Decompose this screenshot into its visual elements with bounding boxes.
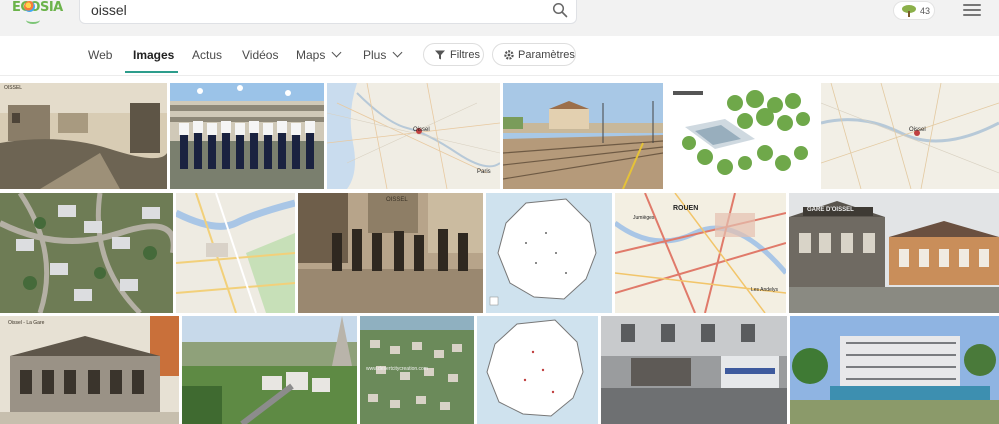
tab-maps-label: Maps [296,48,326,62]
settings-button[interactable]: Paramètres [492,43,576,66]
image-result[interactable]: OISSEL [298,193,483,313]
tab-maps[interactable]: Maps [296,47,342,74]
settings-label: Paramètres [518,49,575,61]
map-label: Oissel [909,127,926,133]
image-result[interactable]: Oissel Paris [327,83,500,189]
image-result[interactable] [0,193,173,313]
image-result[interactable]: OISSEL [0,83,167,189]
filters-button[interactable]: Filtres [423,43,484,66]
image-caption: OISSEL [386,197,408,203]
tree-icon [902,5,916,17]
image-result[interactable] [665,83,818,189]
image-result[interactable] [182,316,357,424]
tab-plus-label: Plus [363,48,387,62]
chevron-down-icon [331,47,342,58]
tree-count: 43 [920,6,931,16]
header-bar: ECOSIA 43 [0,0,999,36]
tab-web[interactable]: Web [88,48,112,74]
search-icon[interactable] [552,2,568,18]
image-caption: Oissel - La Gare [8,320,45,326]
globe-icon [24,1,35,12]
image-result[interactable] [601,316,787,424]
map-label: Les Andelys [751,287,778,293]
tab-actus[interactable]: Actus [192,48,222,74]
station-sign: GARE D'OISSEL [807,207,854,213]
image-result[interactable]: Oissel - La Gare [0,316,179,424]
image-result[interactable] [176,193,295,313]
ecosia-logo[interactable]: ECOSIA [10,0,63,24]
image-result[interactable] [170,83,324,189]
image-watermark: www.desertcitycreation.com [366,366,428,372]
gear-icon [504,50,514,60]
image-caption: OISSEL [4,85,23,91]
image-result[interactable]: GARE D'OISSEL [789,193,999,313]
hamburger-menu-icon[interactable] [963,4,981,17]
image-results-grid: OISSEL Oissel Paris Oissel OISSEL ROUEN … [0,83,999,424]
filters-label: Filtres [450,49,480,61]
active-tab-indicator [125,71,178,73]
image-result[interactable] [790,316,999,424]
chevron-down-icon [392,47,403,58]
map-label: Oissel [413,127,430,133]
image-result[interactable] [477,316,598,424]
tab-videos[interactable]: Vidéos [242,48,278,74]
tab-plus[interactable]: Plus [363,47,403,74]
map-label: ROUEN [673,205,699,212]
logo-text: ECOSIA [12,0,63,15]
image-result[interactable]: www.desertcitycreation.com [360,316,474,424]
search-box [79,0,577,24]
image-result[interactable]: ROUEN Jumièges Les Andelys [615,193,786,313]
logo-smile-icon [26,16,40,24]
search-input[interactable] [91,1,531,19]
image-result[interactable] [503,83,663,189]
map-label: Jumièges [633,215,655,221]
image-result[interactable]: Oissel [821,83,999,189]
image-result[interactable] [486,193,612,313]
map-label: Paris [477,169,491,175]
filter-icon [435,50,445,60]
tree-counter[interactable]: 43 [893,1,935,20]
search-tabs: Web Images Actus Vidéos Maps Plus Filtre… [0,36,999,76]
